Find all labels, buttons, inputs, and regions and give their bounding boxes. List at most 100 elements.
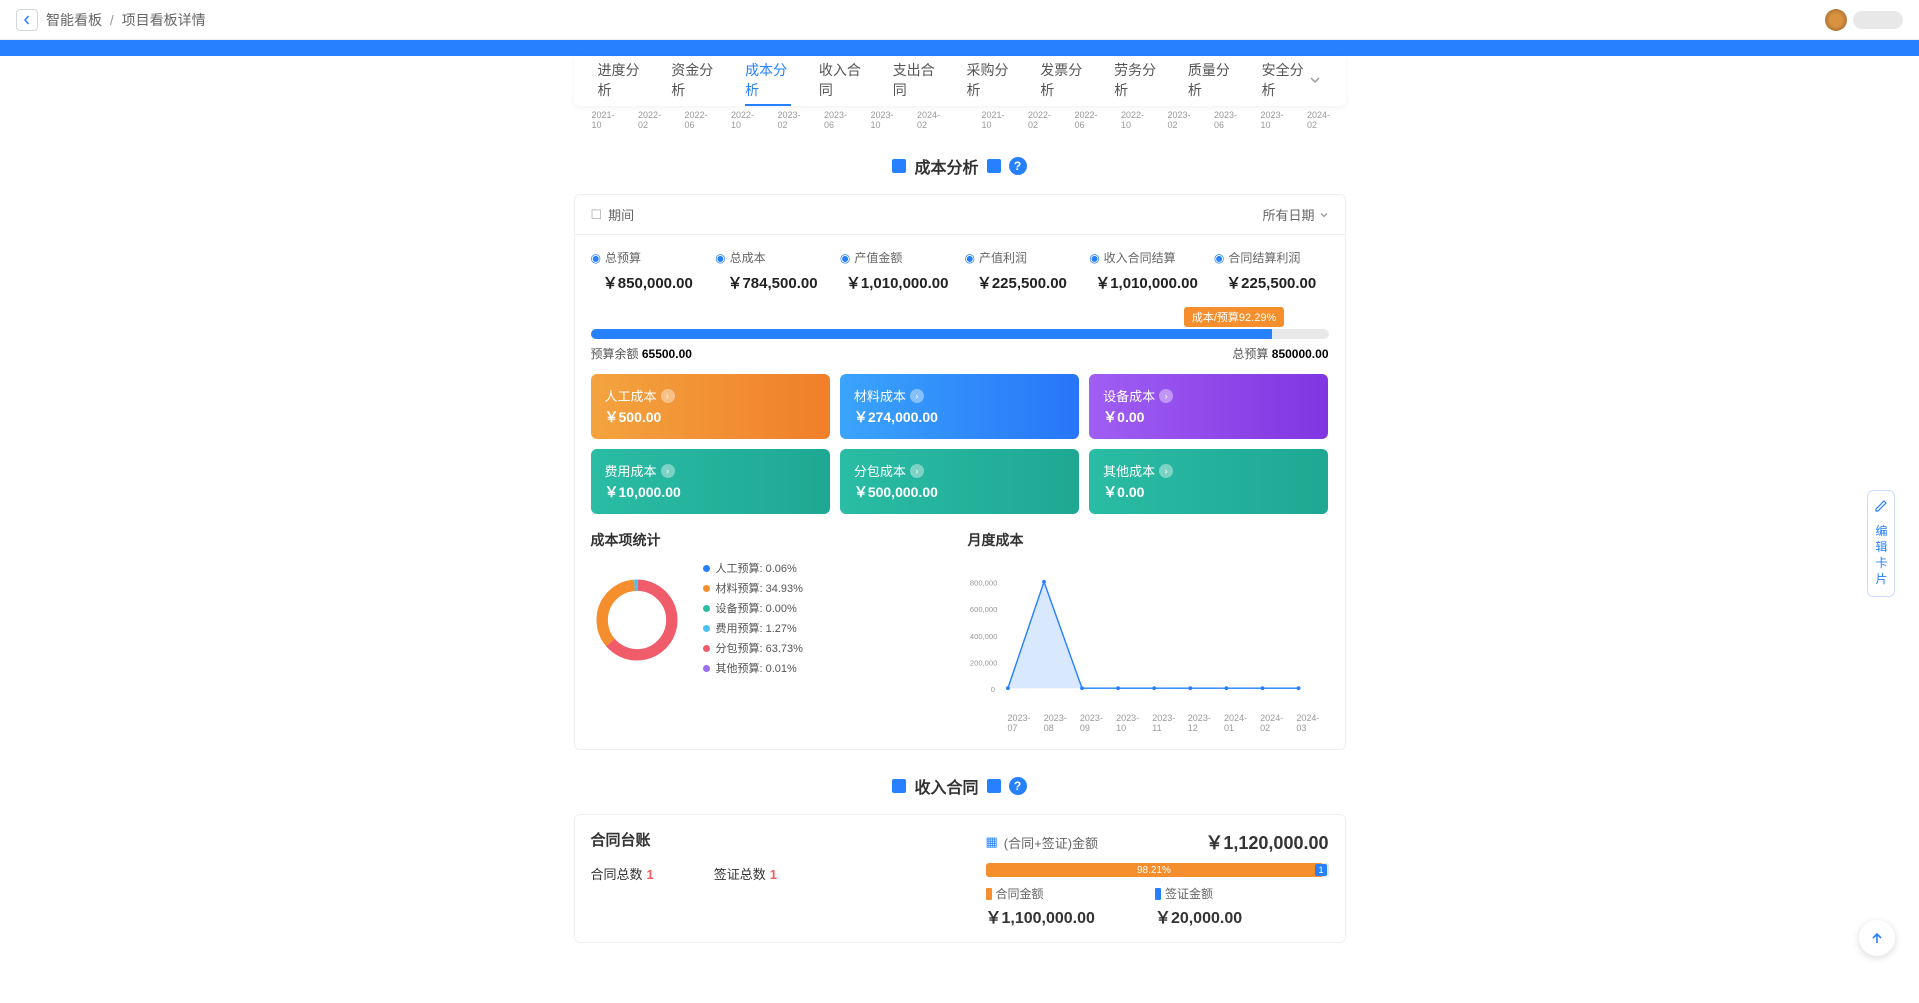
stat-label: 总预算 bbox=[605, 249, 641, 266]
tab-0[interactable]: 进度分析 bbox=[598, 56, 644, 106]
tab-7[interactable]: 劳务分析 bbox=[1114, 56, 1160, 106]
cost-card[interactable]: 人工成本 ›￥500.00 bbox=[591, 374, 830, 439]
tabs-bar: 进度分析资金分析成本分析收入合同支出合同采购分析发票分析劳务分析质量分析安全分析 bbox=[574, 56, 1346, 106]
legend-label: 费用预算: 1.27% bbox=[716, 620, 797, 636]
chevron-right-icon: › bbox=[1159, 464, 1173, 478]
axis-tick: 2023-07 bbox=[1008, 713, 1040, 733]
section-icon bbox=[892, 159, 906, 173]
stat-block: ◉收入合同结算￥1,010,000.00 bbox=[1089, 249, 1204, 293]
tab-8[interactable]: 质量分析 bbox=[1188, 56, 1234, 106]
stat-value: ￥850,000.00 bbox=[591, 272, 706, 293]
contract-progress-end-badge: 1 bbox=[1315, 864, 1326, 876]
svg-text:0: 0 bbox=[990, 685, 994, 694]
stat-label: 总成本 bbox=[730, 249, 766, 266]
help-icon[interactable]: ? bbox=[1009, 157, 1027, 175]
coin-icon: ◉ bbox=[965, 251, 975, 265]
legend-dot bbox=[703, 665, 710, 672]
tab-1[interactable]: 资金分析 bbox=[671, 56, 717, 106]
chevron-down-icon bbox=[1319, 210, 1329, 220]
axis-tick: 2024-03 bbox=[1296, 713, 1328, 733]
cost-card-title: 设备成本 bbox=[1103, 386, 1155, 405]
legend-item: 费用预算: 1.27% bbox=[703, 620, 803, 636]
help-icon[interactable]: ? bbox=[1009, 777, 1027, 795]
bar-icon bbox=[986, 888, 992, 900]
cost-card[interactable]: 费用成本 ›￥10,000.00 bbox=[591, 449, 830, 514]
stat-label: 产值利润 bbox=[979, 249, 1027, 266]
tab-2[interactable]: 成本分析 bbox=[745, 56, 791, 106]
contract-total-value: 1 bbox=[647, 867, 654, 882]
date-selector[interactable]: 所有日期 bbox=[1262, 205, 1328, 224]
visa-sub-value: ￥20,000.00 bbox=[1155, 904, 1242, 928]
axis-tick: 2022-02 bbox=[638, 110, 671, 130]
svg-text:400,000: 400,000 bbox=[969, 632, 996, 641]
stat-label: 收入合同结算 bbox=[1104, 249, 1176, 266]
progress-badge: 成本/预算92.29% bbox=[1184, 307, 1284, 327]
axis-tick: 2023-10 bbox=[871, 110, 904, 130]
legend-item: 分包预算: 63.73% bbox=[703, 640, 803, 656]
tab-6[interactable]: 发票分析 bbox=[1040, 56, 1086, 106]
edit-card-button[interactable]: 编辑卡片 bbox=[1867, 490, 1895, 597]
legend-dot bbox=[703, 605, 710, 612]
cost-card[interactable]: 设备成本 ›￥0.00 bbox=[1089, 374, 1328, 439]
legend-label: 人工预算: 0.06% bbox=[716, 560, 797, 576]
budget-progress-fill bbox=[591, 329, 1272, 339]
contract-amount-label: (合同+签证)金额 bbox=[1004, 833, 1098, 852]
tab-9[interactable]: 安全分析 bbox=[1262, 56, 1308, 106]
stat-label: 产值金额 bbox=[854, 249, 902, 266]
section-icon bbox=[987, 159, 1001, 173]
stat-value: ￥1,010,000.00 bbox=[840, 272, 955, 293]
coin-icon: ◉ bbox=[840, 251, 850, 265]
chevron-down-icon bbox=[1308, 73, 1322, 87]
breadcrumb-sep: / bbox=[110, 12, 114, 28]
user-badge[interactable] bbox=[1853, 11, 1903, 29]
chevron-right-icon: › bbox=[661, 389, 675, 403]
stat-block: ◉合同结算利润￥225,500.00 bbox=[1214, 249, 1329, 293]
avatar[interactable] bbox=[1825, 9, 1847, 31]
axis-tick: 2024-01 bbox=[1224, 713, 1256, 733]
cost-card[interactable]: 分包成本 ›￥500,000.00 bbox=[840, 449, 1079, 514]
edit-card-label: 编辑卡片 bbox=[1874, 524, 1888, 588]
back-to-top-button[interactable] bbox=[1859, 920, 1895, 956]
axis-tick: 2023-10 bbox=[1261, 110, 1294, 130]
contract-total-label: 合同总数 bbox=[591, 867, 643, 882]
tab-5[interactable]: 采购分析 bbox=[966, 56, 1012, 106]
axis-tick: 2024-02 bbox=[1307, 110, 1340, 130]
cost-card[interactable]: 材料成本 ›￥274,000.00 bbox=[840, 374, 1079, 439]
legend-dot bbox=[703, 645, 710, 652]
legend-label: 设备预算: 0.00% bbox=[716, 600, 797, 616]
axis-tick: 2022-06 bbox=[685, 110, 718, 130]
stat-value: ￥784,500.00 bbox=[715, 272, 830, 293]
axis-tick: 2023-08 bbox=[1044, 713, 1076, 733]
chevron-right-icon: › bbox=[1159, 389, 1173, 403]
axis-tick: 2021-10 bbox=[592, 110, 625, 130]
blue-band bbox=[0, 40, 1919, 56]
period-label: 期间 bbox=[608, 205, 634, 224]
tab-3[interactable]: 收入合同 bbox=[819, 56, 865, 106]
back-button[interactable] bbox=[16, 9, 38, 31]
budget-remaining-label: 预算余额 bbox=[591, 347, 639, 361]
cost-card-value: ￥500,000.00 bbox=[854, 482, 1065, 502]
budget-progress-bar bbox=[591, 329, 1329, 339]
section-icon bbox=[892, 779, 906, 793]
axis-tick: 2023-11 bbox=[1152, 713, 1184, 733]
axis-tick: 2024-02 bbox=[917, 110, 950, 130]
tab-4[interactable]: 支出合同 bbox=[893, 56, 939, 106]
breadcrumb-root[interactable]: 智能看板 bbox=[46, 12, 102, 28]
visa-total-label: 签证总数 bbox=[714, 867, 766, 882]
legend-dot bbox=[703, 585, 710, 592]
axis-tick: 2024-02 bbox=[1260, 713, 1292, 733]
chevron-right-icon: › bbox=[910, 389, 924, 403]
cost-card[interactable]: 其他成本 ›￥0.00 bbox=[1089, 449, 1328, 514]
contract-progress-bar: 98.21% 1 bbox=[986, 863, 1329, 877]
svg-text:800,000: 800,000 bbox=[969, 579, 996, 588]
svg-text:200,000: 200,000 bbox=[969, 658, 996, 667]
section-title-cost: 成本分析 bbox=[914, 154, 978, 178]
coin-icon: ◉ bbox=[591, 251, 601, 265]
axis-tick: 2023-12 bbox=[1188, 713, 1220, 733]
legend-item: 人工预算: 0.06% bbox=[703, 560, 803, 576]
tabs-more-button[interactable] bbox=[1308, 73, 1322, 90]
contract-sub-value: ￥1,100,000.00 bbox=[986, 904, 1095, 928]
stat-value: ￥225,500.00 bbox=[1214, 272, 1329, 293]
legend-item: 设备预算: 0.00% bbox=[703, 600, 803, 616]
coin-icon: ◉ bbox=[1214, 251, 1224, 265]
